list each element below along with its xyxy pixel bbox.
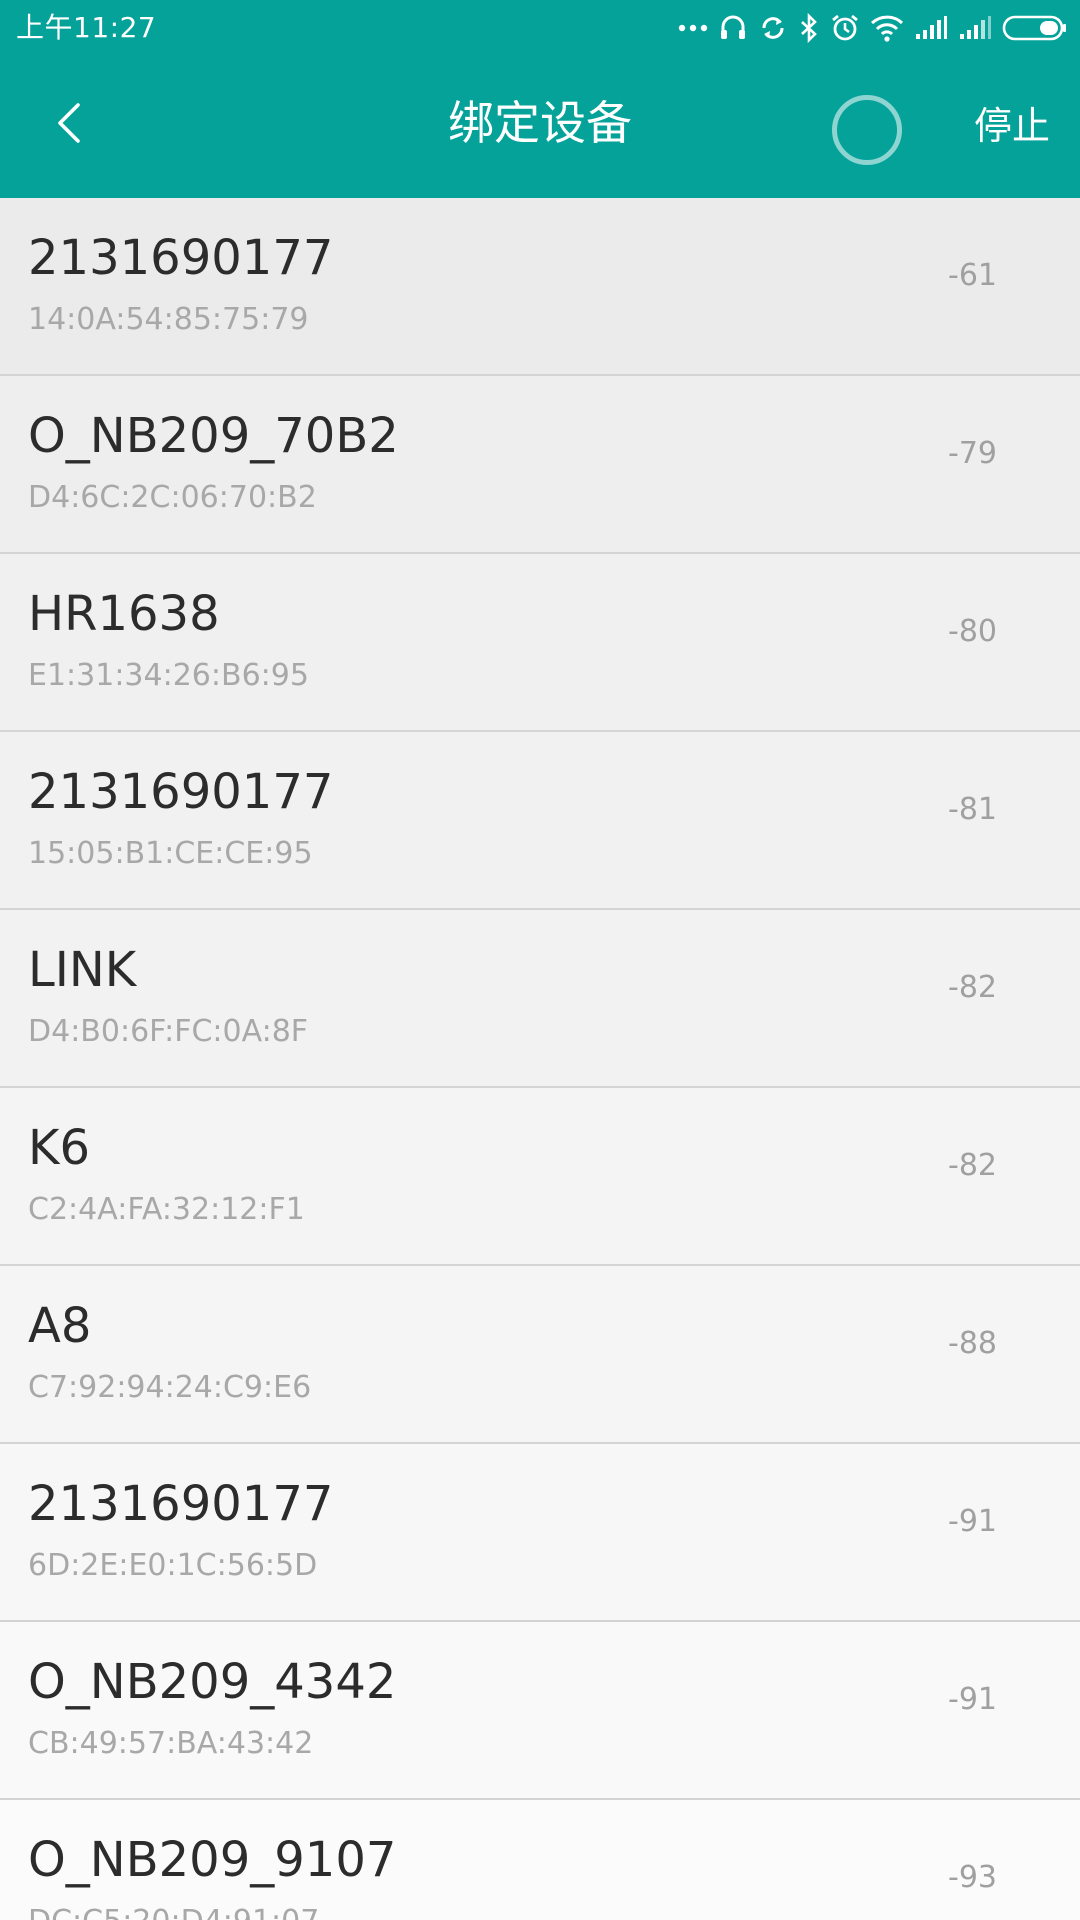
device-list-item[interactable]: 2131690177 15:05:B1:CE:CE:95 -81 bbox=[0, 732, 1080, 910]
device-signal-strength: -91 bbox=[948, 1682, 997, 1717]
device-signal-strength: -79 bbox=[948, 436, 997, 471]
device-mac-address: CB:49:57:BA:43:42 bbox=[28, 1726, 314, 1761]
device-list-item[interactable]: HR1638 E1:31:34:26:B6:95 -80 bbox=[0, 554, 1080, 732]
device-name: 2131690177 bbox=[28, 230, 334, 286]
device-name: 2131690177 bbox=[28, 764, 334, 820]
device-mac-address: E1:31:34:26:B6:95 bbox=[28, 658, 309, 693]
screen: 上午11:27 绑定设备 停止 2131690177 14:0A:54:85:7… bbox=[0, 0, 1080, 1920]
page-title: 绑定设备 bbox=[448, 96, 632, 150]
device-mac-address: 6D:2E:E0:1C:56:5D bbox=[28, 1548, 318, 1583]
device-name: HR1638 bbox=[28, 586, 220, 642]
device-signal-strength: -82 bbox=[948, 970, 997, 1005]
bluetooth-icon bbox=[798, 13, 820, 43]
device-mac-address: C2:4A:FA:32:12:F1 bbox=[28, 1192, 305, 1227]
device-name: K6 bbox=[28, 1120, 91, 1176]
device-mac-address: D4:6C:2C:06:70:B2 bbox=[28, 480, 317, 515]
device-signal-strength: -93 bbox=[948, 1860, 997, 1895]
alarm-icon bbox=[830, 13, 860, 43]
device-name: A8 bbox=[28, 1298, 92, 1354]
device-list-item[interactable]: O_NB209_4342 CB:49:57:BA:43:42 -91 bbox=[0, 1622, 1080, 1800]
headset-icon bbox=[718, 13, 748, 43]
device-list-item[interactable]: 2131690177 6D:2E:E0:1C:56:5D -91 bbox=[0, 1444, 1080, 1622]
device-mac-address: 14:0A:54:85:75:79 bbox=[28, 302, 309, 337]
loading-spinner-icon bbox=[832, 95, 902, 165]
device-list: 2131690177 14:0A:54:85:75:79 -61 O_NB209… bbox=[0, 198, 1080, 1920]
device-name: LINK bbox=[28, 942, 137, 998]
signal-icon bbox=[914, 15, 948, 41]
more-dots-icon bbox=[678, 23, 708, 33]
status-bar: 上午11:27 bbox=[0, 0, 1080, 57]
device-signal-strength: -81 bbox=[948, 792, 997, 827]
status-time: 上午11:27 bbox=[16, 11, 157, 44]
device-signal-strength: -88 bbox=[948, 1326, 997, 1361]
device-list-item[interactable]: O_NB209_70B2 D4:6C:2C:06:70:B2 -79 bbox=[0, 376, 1080, 554]
device-list-item[interactable]: 2131690177 14:0A:54:85:75:79 -61 bbox=[0, 198, 1080, 376]
device-name: O_NB209_70B2 bbox=[28, 408, 399, 464]
device-mac-address: C7:92:94:24:C9:E6 bbox=[28, 1370, 312, 1405]
signal-icon bbox=[958, 15, 992, 41]
device-mac-address: 15:05:B1:CE:CE:95 bbox=[28, 836, 313, 871]
device-list-item[interactable]: O_NB209_9107 DC:C5:20:D4:91:07 -93 bbox=[0, 1800, 1080, 1920]
stop-scan-button[interactable]: 停止 bbox=[974, 103, 1050, 149]
device-signal-strength: -82 bbox=[948, 1148, 997, 1183]
wifi-icon bbox=[870, 14, 904, 42]
device-name: O_NB209_9107 bbox=[28, 1832, 397, 1888]
device-signal-strength: -80 bbox=[948, 614, 997, 649]
device-signal-strength: -61 bbox=[948, 258, 997, 293]
device-list-item[interactable]: A8 C7:92:94:24:C9:E6 -88 bbox=[0, 1266, 1080, 1444]
device-list-item[interactable]: K6 C2:4A:FA:32:12:F1 -82 bbox=[0, 1088, 1080, 1266]
device-name: 2131690177 bbox=[28, 1476, 334, 1532]
device-signal-strength: -91 bbox=[948, 1504, 997, 1539]
status-icons bbox=[668, 8, 1068, 48]
device-list-item[interactable]: LINK D4:B0:6F:FC:0A:8F -82 bbox=[0, 910, 1080, 1088]
device-mac-address: DC:C5:20:D4:91:07 bbox=[28, 1904, 319, 1920]
device-mac-address: D4:B0:6F:FC:0A:8F bbox=[28, 1014, 309, 1049]
device-name: O_NB209_4342 bbox=[28, 1654, 397, 1710]
app-bar: 绑定设备 停止 bbox=[0, 57, 1080, 198]
sync-icon bbox=[758, 13, 788, 43]
battery-icon bbox=[1002, 14, 1068, 42]
